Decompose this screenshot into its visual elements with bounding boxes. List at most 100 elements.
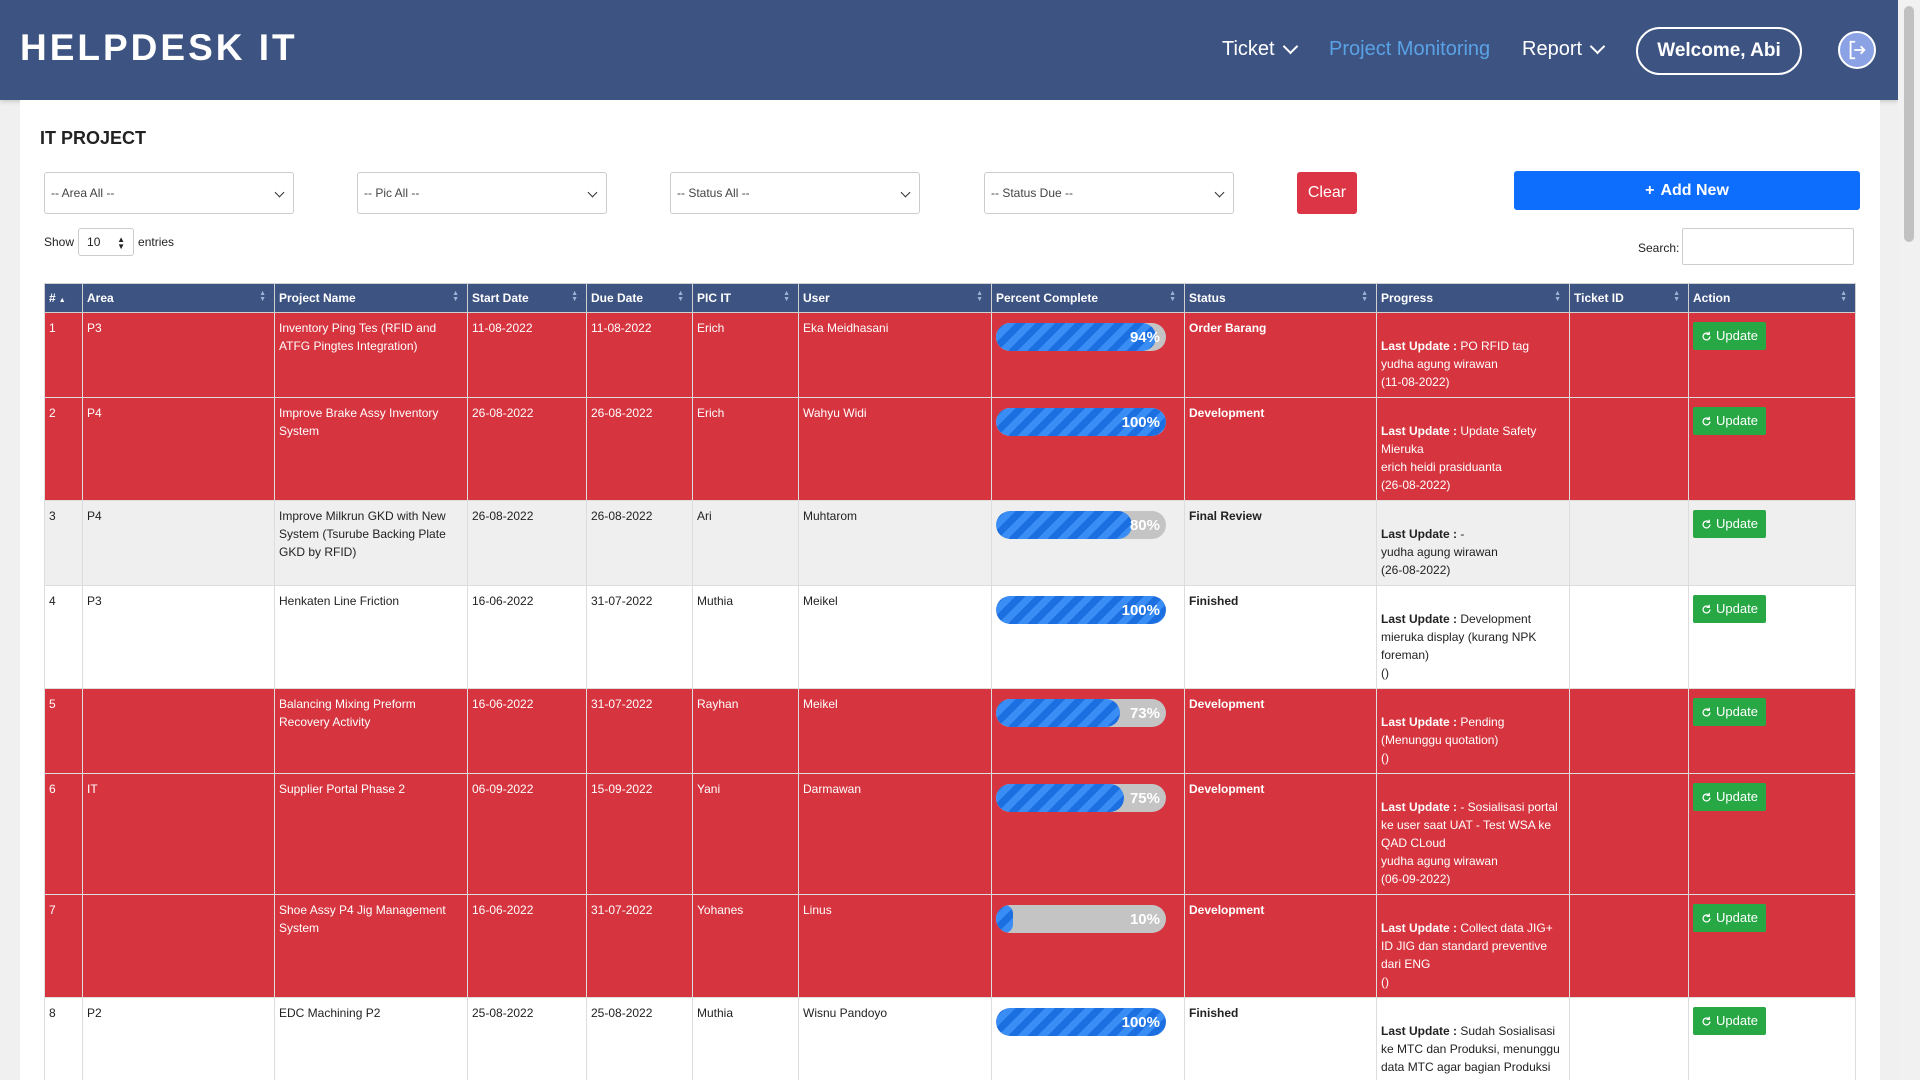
table-row: 7 Shoe Assy P4 Jig Management System 16-06…	[44, 894, 1856, 998]
status-cell: Development	[1184, 773, 1377, 895]
progress-bar: 10%	[996, 905, 1166, 933]
area-cell: IT	[82, 773, 275, 895]
percent-complete-cell: 75%	[991, 773, 1185, 895]
column-header[interactable]: Due Date ▲ ▼	[586, 283, 693, 313]
status-filter-select[interactable]: -- Status All --	[670, 172, 920, 214]
column-header[interactable]: Percent Complete ▲ ▼	[991, 283, 1185, 313]
sort-icon: ▲ ▼	[1169, 290, 1176, 303]
column-header[interactable]: Status ▲ ▼	[1184, 283, 1377, 313]
nav-project-monitoring[interactable]: Project Monitoring	[1329, 38, 1490, 61]
update-button[interactable]: Update	[1693, 904, 1766, 932]
column-header[interactable]: # ▲	[44, 283, 83, 313]
updater-name: yudha agung wirawan	[1381, 545, 1498, 559]
due-date-cell: 31-07-2022	[586, 585, 693, 689]
update-button-label: Update	[1716, 1013, 1758, 1028]
start-date-cell: 16-06-2022	[467, 894, 587, 998]
update-button-label: Update	[1716, 704, 1758, 719]
sort-icon: ▲ ▼	[259, 290, 266, 303]
logout-button[interactable]	[1838, 31, 1876, 69]
update-button[interactable]: Update	[1693, 322, 1766, 350]
update-button[interactable]: Update	[1693, 510, 1766, 538]
percent-label: 73%	[1129, 705, 1160, 722]
scrollbar-thumb[interactable]	[1904, 6, 1914, 242]
update-date: (11-08-2022)	[1381, 375, 1450, 389]
entries-select-value: 10	[87, 235, 101, 249]
entries-length-control: Show 10 ▲ ▼ entries	[44, 228, 174, 256]
brand-logo[interactable]: HELPDESK IT	[20, 27, 298, 69]
column-header[interactable]: Progress ▲ ▼	[1376, 283, 1570, 313]
pic-filter-select[interactable]: -- Pic All --	[357, 172, 607, 214]
updater-name: yudha agung wirawan	[1381, 854, 1498, 868]
percent-complete-cell: 10%	[991, 894, 1185, 998]
last-update-label: Last Update :	[1381, 715, 1461, 729]
project-name-cell: Shoe Assy P4 Jig Management System	[274, 894, 468, 998]
project-card: IT PROJECT -- Area All -- -- Pic All -- …	[20, 100, 1880, 1080]
project-name-cell: Improve Milkrun GKD with New System (Tsu…	[274, 500, 468, 586]
clear-button[interactable]: Clear	[1297, 172, 1357, 214]
progress-bar: 75%	[996, 784, 1166, 812]
status-cell: Development	[1184, 894, 1377, 998]
page-scrollbar[interactable]	[1898, 0, 1920, 1080]
column-header[interactable]: User ▲ ▼	[798, 283, 992, 313]
welcome-button[interactable]: Welcome, Abi	[1636, 27, 1802, 75]
search-input[interactable]	[1682, 228, 1854, 265]
column-header-label: #	[49, 291, 56, 305]
nav-report[interactable]: Report	[1522, 38, 1606, 61]
pic-filter-value: -- Pic All --	[364, 186, 420, 200]
area-filter-select[interactable]: -- Area All --	[44, 172, 294, 214]
status-label: Finished	[1189, 1006, 1239, 1020]
update-button[interactable]: Update	[1693, 698, 1766, 726]
user-cell: Wisnu Pandoyo	[798, 997, 992, 1080]
chevron-down-icon	[587, 187, 598, 198]
refresh-icon	[1702, 1016, 1711, 1026]
sort-icon: ▲ ▼	[1361, 290, 1368, 303]
percent-label: 75%	[1129, 790, 1160, 807]
update-button[interactable]: Update	[1693, 783, 1766, 811]
area-cell: P4	[82, 397, 275, 501]
column-header[interactable]: Area ▲ ▼	[82, 283, 275, 313]
column-header[interactable]: Ticket ID ▲ ▼	[1569, 283, 1689, 313]
column-header-label: Status	[1189, 291, 1226, 305]
status-due-filter-select[interactable]: -- Status Due --	[984, 172, 1234, 214]
nav-ticket-label: Ticket	[1222, 38, 1275, 60]
sort-icon: ▲ ▼	[976, 290, 983, 303]
update-button[interactable]: Update	[1693, 407, 1766, 435]
column-header[interactable]: Start Date ▲ ▼	[467, 283, 587, 313]
column-header[interactable]: Project Name ▲ ▼	[274, 283, 468, 313]
progress-cell: Last Update : Collect data JIG+ ID JIG d…	[1376, 894, 1570, 998]
update-date: ()	[1381, 975, 1389, 989]
refresh-icon	[1702, 519, 1711, 529]
nav-ticket[interactable]: Ticket	[1222, 38, 1298, 61]
column-header[interactable]: PIC IT ▲ ▼	[692, 283, 799, 313]
due-date-cell: 26-08-2022	[586, 500, 693, 586]
table-body: 1 P3 Inventory Ping Tes (RFID and ATFG Pin…	[44, 312, 1856, 1080]
entries-select[interactable]: 10 ▲ ▼	[78, 228, 135, 256]
column-header[interactable]: Action ▲ ▼	[1688, 283, 1856, 313]
progress-cell: Last Update : - Sosialisasi portal ke us…	[1376, 773, 1570, 895]
update-button[interactable]: Update	[1693, 1007, 1766, 1035]
column-header-label: PIC IT	[697, 291, 732, 305]
area-cell: P4	[82, 500, 275, 586]
percent-label: 10%	[1129, 911, 1160, 928]
pic-cell: Erich	[692, 397, 799, 501]
sort-icon: ▲	[58, 297, 66, 304]
sort-icon: ▲ ▼	[1673, 290, 1680, 303]
status-due-filter-value: -- Status Due --	[991, 186, 1074, 200]
row-number: 1	[44, 312, 83, 398]
add-new-button[interactable]: + Add New	[1514, 171, 1860, 210]
pic-cell: Rayhan	[692, 688, 799, 774]
percent-complete-cell: 73%	[991, 688, 1185, 774]
progress-text: -	[1460, 527, 1465, 541]
update-date: (06-09-2022)	[1381, 872, 1451, 886]
status-cell: Development	[1184, 688, 1377, 774]
page-title: IT PROJECT	[40, 128, 147, 148]
percent-complete-cell: 100%	[991, 397, 1185, 501]
table-row: 8 P2 EDC Machining P2 25-08-2022 25-08-2022 M…	[44, 997, 1856, 1080]
column-header-label: User	[803, 291, 830, 305]
sort-icon: ▲ ▼	[677, 290, 684, 303]
entries-label: entries	[138, 235, 175, 249]
search-label: Search:	[1638, 241, 1680, 255]
column-header-label: Progress	[1381, 291, 1434, 305]
update-button[interactable]: Update	[1693, 595, 1766, 623]
ticket-id-cell	[1569, 688, 1689, 774]
